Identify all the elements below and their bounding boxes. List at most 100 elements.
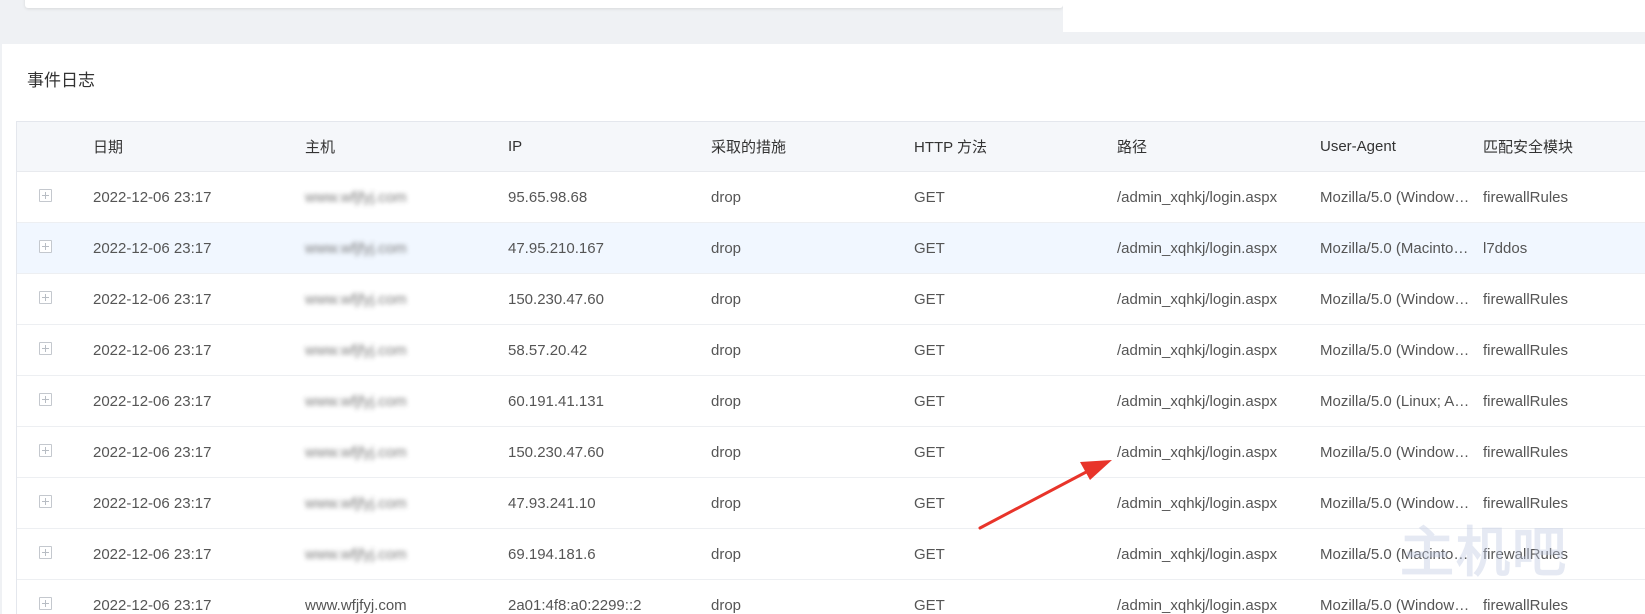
cell-action: drop: [711, 188, 742, 206]
cell-method: GET: [914, 545, 945, 563]
cell-host: www.wfjfyj.com: [305, 290, 407, 308]
cell-host: www.wfjfyj.com: [305, 596, 407, 614]
cell-method: GET: [914, 341, 945, 359]
expand-plus-icon[interactable]: [39, 290, 52, 304]
cell-host: www.wfjfyj.com: [305, 443, 407, 461]
table-row[interactable]: 2022-12-06 23:17 www.wfjfyj.com 58.57.20…: [17, 325, 1645, 376]
table-row[interactable]: 2022-12-06 23:17 www.wfjfyj.com 150.230.…: [17, 274, 1645, 325]
cell-host: www.wfjfyj.com: [305, 239, 407, 257]
expand-cell: [17, 545, 93, 563]
header-ip[interactable]: IP: [508, 138, 711, 155]
expand-cell: [17, 596, 93, 614]
expand-cell: [17, 443, 93, 461]
top-strip: [1063, 0, 1645, 32]
table-row[interactable]: 2022-12-06 23:17 www.wfjfyj.com 150.230.…: [17, 427, 1645, 478]
cell-action: drop: [711, 545, 742, 563]
cell-method: GET: [914, 443, 945, 461]
cell-ip: 150.230.47.60: [508, 443, 604, 461]
cell-action: drop: [711, 239, 742, 257]
cell-method: GET: [914, 188, 945, 206]
watermark-text: 主机吧: [1400, 520, 1568, 584]
cell-host: www.wfjfyj.com: [305, 392, 407, 410]
cell-security-module: firewallRules: [1483, 290, 1569, 308]
cell-method: GET: [914, 392, 945, 410]
cell-host: www.wfjfyj.com: [305, 494, 407, 512]
table-row[interactable]: 2022-12-06 23:17 www.wfjfyj.com 47.95.21…: [17, 223, 1645, 274]
header-action[interactable]: 采取的措施: [711, 136, 914, 157]
header-path[interactable]: 路径: [1117, 136, 1320, 157]
cell-host: www.wfjfyj.com: [305, 545, 407, 563]
cell-ip: 47.93.241.10: [508, 494, 596, 512]
cell-method: GET: [914, 494, 945, 512]
expand-cell: [17, 290, 93, 308]
cell-ip: 69.194.181.6: [508, 545, 596, 563]
expand-cell: [17, 188, 93, 206]
expand-cell: [17, 239, 93, 257]
cell-date: 2022-12-06 23:17: [93, 443, 212, 461]
cell-user-agent: Mozilla/5.0 (Macintosh; Intel Mac OS X): [1320, 239, 1483, 257]
cell-method: GET: [914, 290, 945, 308]
cell-user-agent: Mozilla/5.0 (Windows NT 10.0; Win64; x64…: [1320, 596, 1483, 614]
table-header: 日期 主机 IP 采取的措施 HTTP 方法 路径 User-Agent 匹配安…: [17, 122, 1645, 172]
header-date[interactable]: 日期: [93, 136, 305, 157]
cell-ip: 2a01:4f8:a0:2299::2: [508, 596, 642, 614]
expand-plus-icon[interactable]: [39, 239, 52, 253]
header-security-module[interactable]: 匹配安全模块: [1483, 136, 1645, 157]
cell-path: /admin_xqhkj/login.aspx: [1117, 443, 1278, 461]
event-log-panel: 事件日志 日期 主机 IP 采取的措施 HTTP 方法 路径 User-Agen…: [2, 44, 1645, 614]
expand-plus-icon[interactable]: [39, 188, 52, 202]
section-title: 事件日志: [27, 71, 95, 90]
cell-date: 2022-12-06 23:17: [93, 341, 212, 359]
cell-action: drop: [711, 341, 742, 359]
expand-plus-icon[interactable]: [39, 443, 52, 457]
cell-path: /admin_xqhkj/login.aspx: [1117, 392, 1278, 410]
header-method[interactable]: HTTP 方法: [914, 136, 1117, 157]
cell-path: /admin_xqhkj/login.aspx: [1117, 290, 1278, 308]
expand-plus-icon[interactable]: [39, 545, 52, 559]
cell-date: 2022-12-06 23:17: [93, 545, 212, 563]
cell-action: drop: [711, 494, 742, 512]
cell-action: drop: [711, 443, 742, 461]
expand-plus-icon[interactable]: [39, 341, 52, 355]
cell-date: 2022-12-06 23:17: [93, 290, 212, 308]
header-host[interactable]: 主机: [305, 136, 508, 157]
cell-action: drop: [711, 392, 742, 410]
cell-host: www.wfjfyj.com: [305, 188, 407, 206]
cell-path: /admin_xqhkj/login.aspx: [1117, 596, 1278, 614]
table-row[interactable]: 2022-12-06 23:17 www.wfjfyj.com 60.191.4…: [17, 376, 1645, 427]
cell-user-agent: Mozilla/5.0 (Windows NT 10.0; Win64; x64…: [1320, 188, 1483, 206]
header-user-agent[interactable]: User-Agent: [1320, 138, 1483, 155]
cell-ip: 150.230.47.60: [508, 290, 604, 308]
cell-security-module: l7ddos: [1483, 239, 1528, 257]
cell-date: 2022-12-06 23:17: [93, 392, 212, 410]
expand-cell: [17, 341, 93, 359]
cell-date: 2022-12-06 23:17: [93, 188, 212, 206]
cell-ip: 58.57.20.42: [508, 341, 588, 359]
table-row[interactable]: 2022-12-06 23:17 www.wfjfyj.com 95.65.98…: [17, 172, 1645, 223]
cell-security-module: firewallRules: [1483, 341, 1569, 359]
expand-plus-icon[interactable]: [39, 494, 52, 508]
expand-cell: [17, 494, 93, 512]
expand-plus-icon[interactable]: [39, 392, 52, 406]
cell-user-agent: Mozilla/5.0 (Windows NT 10.0; Win64; x64…: [1320, 341, 1483, 359]
cell-method: GET: [914, 239, 945, 257]
cell-action: drop: [711, 596, 742, 614]
cell-action: drop: [711, 290, 742, 308]
cell-user-agent: Mozilla/5.0 (Linux; Android 10): [1320, 392, 1483, 410]
cell-ip: 95.65.98.68: [508, 188, 588, 206]
cell-security-module: firewallRules: [1483, 596, 1569, 614]
cell-path: /admin_xqhkj/login.aspx: [1117, 545, 1278, 563]
cell-path: /admin_xqhkj/login.aspx: [1117, 188, 1278, 206]
cell-user-agent: Mozilla/5.0 (Windows NT 10.0; Win64; x64…: [1320, 290, 1483, 308]
cell-path: /admin_xqhkj/login.aspx: [1117, 239, 1278, 257]
cell-security-module: firewallRules: [1483, 392, 1569, 410]
cell-security-module: firewallRules: [1483, 443, 1569, 461]
cell-path: /admin_xqhkj/login.aspx: [1117, 341, 1278, 359]
expand-cell: [17, 392, 93, 410]
cell-ip: 60.191.41.131: [508, 392, 604, 410]
cell-method: GET: [914, 596, 945, 614]
expand-plus-icon[interactable]: [39, 596, 52, 610]
cell-date: 2022-12-06 23:17: [93, 494, 212, 512]
cell-user-agent: Mozilla/5.0 (Windows NT 10.0; Win64; x64…: [1320, 443, 1483, 461]
cell-date: 2022-12-06 23:17: [93, 239, 212, 257]
